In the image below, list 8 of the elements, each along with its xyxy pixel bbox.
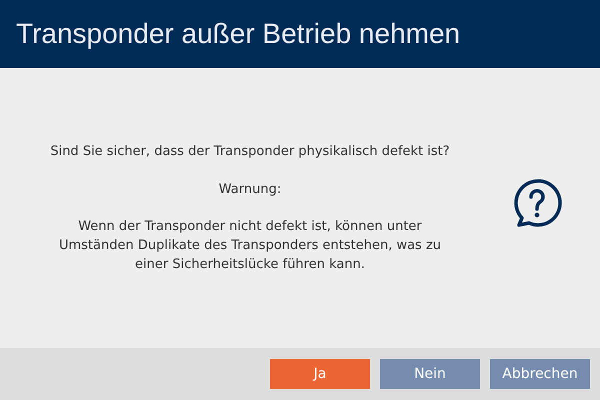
confirm-button[interactable]: Ja xyxy=(270,359,370,389)
warning-label: Warnung: xyxy=(218,181,282,199)
warning-text: Wenn der Transponder nicht defekt ist, können unter Umständen Duplikate des Transponders entstehen, was zu einer Sicherheitslücke führen kann. xyxy=(58,218,442,274)
window-title: Transponder außer Betrieb nehmen xyxy=(16,20,460,48)
dialog-button[interactable]: Nein xyxy=(380,359,480,389)
help-bubble-icon xyxy=(512,178,562,228)
dialog-button[interactable]: Abbrechen xyxy=(490,359,590,389)
question-text: Sind Sie sicher, dass der Transponder physikalisch defekt ist? xyxy=(50,143,450,161)
